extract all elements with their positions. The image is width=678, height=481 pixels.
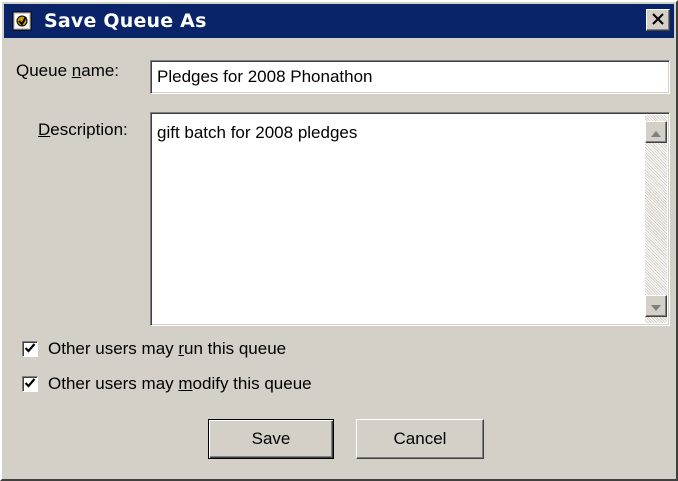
close-button[interactable] [646,9,670,31]
dialog-title: Save Queue As [44,10,207,32]
allow-run-option[interactable]: Other users may run this queue [22,338,286,360]
save-queue-as-dialog: Save Queue As Queue name: Pledges for 20… [0,0,678,481]
save-button[interactable]: Save [208,419,334,459]
cancel-button[interactable]: Cancel [356,419,484,459]
scroll-down-button[interactable] [645,295,667,317]
checkmark-icon [24,374,36,394]
checkmark-icon [24,339,36,359]
allow-modify-label: Other users may modify this queue [48,374,312,393]
queue-name-field[interactable]: Pledges for 2008 Phonathon [150,60,670,94]
title-bar[interactable]: Save Queue As [4,4,674,38]
queue-app-icon [12,10,34,32]
description-textarea[interactable]: gift batch for 2008 pledges [150,112,670,326]
description-scrollbar[interactable] [645,115,667,323]
description-value: gift batch for 2008 pledges [157,123,358,142]
allow-modify-option[interactable]: Other users may modify this queue [22,373,312,395]
scroll-up-arrow-icon [651,122,661,142]
scroll-up-button[interactable] [645,121,667,143]
allow-modify-checkbox[interactable] [22,376,38,392]
queue-name-label: Queue name: [16,61,120,80]
allow-run-label: Other users may run this queue [48,339,287,358]
queue-name-value: Pledges for 2008 Phonathon [157,67,373,86]
allow-run-checkbox[interactable] [22,341,38,357]
description-label: Description: [38,120,128,139]
close-icon [652,10,664,30]
scroll-down-arrow-icon [651,296,661,316]
